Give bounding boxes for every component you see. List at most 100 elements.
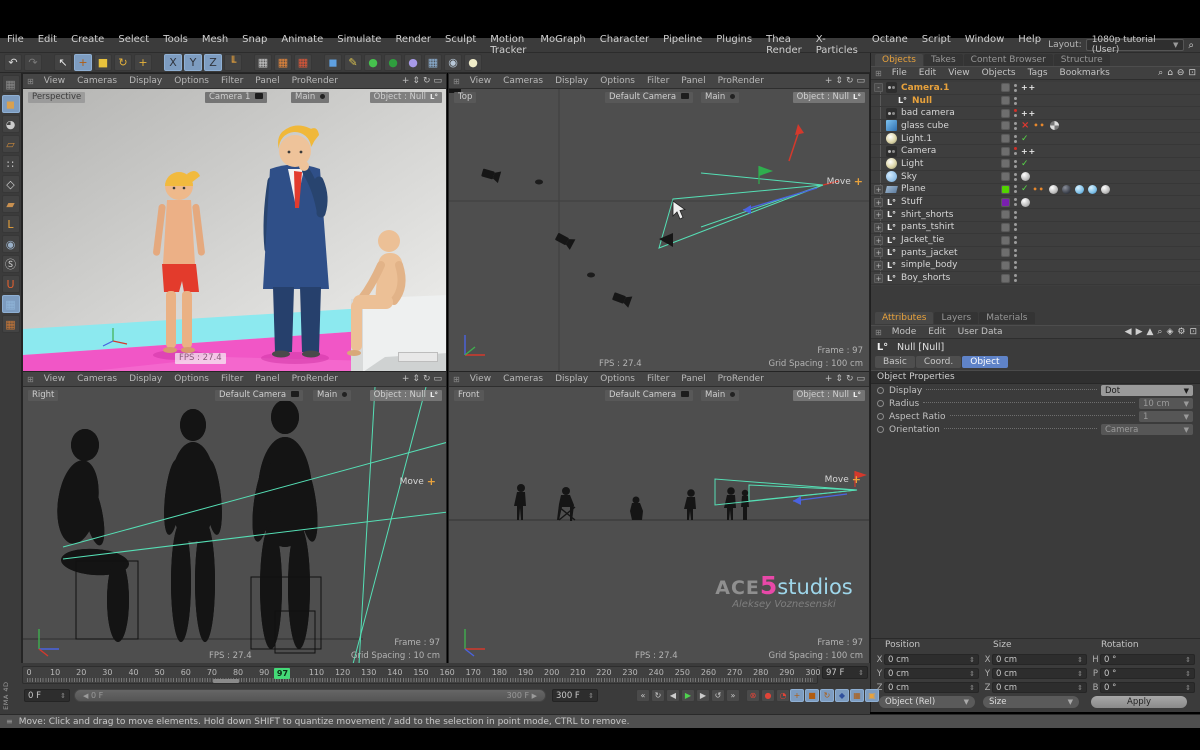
visibility-dots-icon[interactable]: [1014, 261, 1017, 269]
camera-target-icon[interactable]: + +: [1021, 83, 1034, 92]
autokey-icon[interactable]: ●: [761, 689, 775, 702]
visibility-dots-icon[interactable]: [1014, 223, 1017, 231]
layer-chip[interactable]: [1001, 198, 1010, 207]
move-tool-icon[interactable]: +: [74, 54, 92, 71]
lock-icon[interactable]: ◈: [1166, 327, 1173, 337]
viewport-menu-item[interactable]: View: [464, 76, 497, 86]
make-editable-icon[interactable]: ▦: [2, 75, 20, 93]
viewport-name-chip[interactable]: Top: [454, 92, 476, 103]
layer-chip[interactable]: [1001, 210, 1010, 219]
layer-chip[interactable]: [1001, 236, 1010, 245]
enabled-check-icon[interactable]: ✓: [1021, 184, 1029, 194]
layer-chip[interactable]: [1001, 109, 1010, 118]
add-camera-icon[interactable]: ◉: [444, 54, 462, 71]
camera-target-icon[interactable]: + +: [1021, 147, 1034, 156]
viewport-menu-item[interactable]: ProRender: [712, 76, 770, 86]
section-tab[interactable]: Coord.: [916, 356, 961, 368]
viewport-perspective[interactable]: ⊞ ViewCamerasDisplayOptionsFilterPanelPr…: [22, 73, 447, 371]
grid-handle-icon[interactable]: ⊞: [27, 77, 34, 86]
material-tag-icon[interactable]: [1049, 185, 1058, 194]
search-icon[interactable]: ⌕: [1157, 327, 1162, 337]
viewport-menu-item[interactable]: Filter: [215, 76, 249, 86]
zoom-view-icon[interactable]: ⇕: [835, 76, 843, 86]
position-field[interactable]: 0 cm⇕: [884, 654, 979, 665]
perspective-scene[interactable]: Perspective Camera 1 Main Object : NullL…: [23, 89, 446, 372]
tag-dots-icon[interactable]: ••: [1033, 185, 1045, 194]
property-control[interactable]: 1▼: [1139, 411, 1193, 422]
right-scene[interactable]: #wirefigs{fill:#141414;} Right Default C…: [23, 387, 446, 664]
add-cube-icon[interactable]: ◼: [324, 54, 342, 71]
object-chip[interactable]: Object : NullL°: [370, 390, 442, 401]
pan-view-icon[interactable]: +: [825, 374, 833, 384]
object-tree-item[interactable]: +L°pants_tshirt: [871, 222, 1200, 235]
object-chip[interactable]: Object : NullL°: [793, 390, 865, 401]
move-handle[interactable]: Move+: [827, 175, 863, 188]
object-manager-menu-item[interactable]: View: [942, 68, 975, 78]
visibility-dots-icon[interactable]: [1014, 135, 1017, 143]
attribute-menu-item[interactable]: Edit: [922, 327, 951, 337]
coord-mode-select[interactable]: Object (Rel)▼: [879, 696, 975, 708]
magnet-icon[interactable]: U: [2, 275, 20, 293]
expander-icon[interactable]: +: [874, 185, 883, 194]
workplane-icon[interactable]: ▦: [2, 295, 20, 313]
viewport-name-chip[interactable]: Perspective: [28, 92, 85, 103]
camera-chip[interactable]: Default Camera: [605, 390, 693, 401]
disabled-x-icon[interactable]: ×: [1021, 120, 1029, 131]
animation-dot-icon[interactable]: [877, 387, 884, 394]
undo-icon[interactable]: ↶: [4, 54, 22, 71]
property-control[interactable]: Camera▼: [1101, 424, 1193, 435]
object-tree-item[interactable]: +L°Jacket_tie: [871, 234, 1200, 247]
layer-chip[interactable]: [1001, 223, 1010, 232]
home-icon[interactable]: ⌂: [1167, 68, 1173, 78]
start-frame-field[interactable]: 0 F⇕: [24, 689, 70, 702]
lock-z-axis-icon[interactable]: Z: [204, 54, 222, 71]
position-field[interactable]: 0 cm⇕: [884, 682, 979, 693]
main-chip[interactable]: Main: [313, 390, 351, 401]
zoom-view-icon[interactable]: ⇕: [412, 76, 420, 86]
camera-chip[interactable]: Camera 1: [205, 92, 267, 103]
viewport-menu-item[interactable]: Filter: [641, 76, 675, 86]
object-chip[interactable]: Object : NullL°: [793, 92, 865, 103]
expander-icon[interactable]: +: [874, 274, 883, 283]
edges-mode-icon[interactable]: ◇: [2, 175, 20, 193]
visibility-dots-icon[interactable]: [1014, 211, 1017, 219]
object-tree-item[interactable]: L°Null: [871, 95, 1200, 108]
object-tree-item[interactable]: -Camera.1+ +: [871, 82, 1200, 95]
object-tree-item[interactable]: Light✓: [871, 158, 1200, 171]
viewport-menu-item[interactable]: Filter: [215, 374, 249, 384]
viewport-menu-item[interactable]: Filter: [641, 374, 675, 384]
expander-icon[interactable]: -: [874, 83, 883, 92]
expander-icon[interactable]: +: [874, 248, 883, 257]
position-field[interactable]: 0 cm⇕: [884, 668, 979, 679]
preview-range-slider[interactable]: ◀ 0 F 300 F ▶: [74, 689, 546, 702]
key-pla-icon[interactable]: ▦: [850, 689, 864, 702]
animation-dot-icon[interactable]: [877, 426, 884, 433]
apply-button[interactable]: Apply: [1091, 696, 1187, 708]
viewport-menu-item[interactable]: Panel: [249, 76, 285, 86]
rotate-tool-icon[interactable]: ↻: [114, 54, 132, 71]
pan-view-icon[interactable]: +: [402, 374, 410, 384]
object-tree-item[interactable]: +L°simple_body: [871, 260, 1200, 273]
object-manager-menu-item[interactable]: Bookmarks: [1054, 68, 1116, 78]
coord-system-icon[interactable]: ╙: [224, 54, 242, 71]
filter-icon[interactable]: ⊖: [1177, 68, 1185, 78]
grid-handle-icon[interactable]: ⊞: [27, 375, 34, 384]
pan-view-icon[interactable]: +: [825, 76, 833, 86]
rotation-field[interactable]: 0 °⇕: [1100, 668, 1195, 679]
grid-handle-icon[interactable]: ⊞: [453, 375, 460, 384]
property-control[interactable]: Dot▼: [1101, 385, 1193, 396]
size-field[interactable]: 0 cm⇕: [992, 682, 1087, 693]
visibility-dots-icon[interactable]: [1014, 147, 1017, 155]
front-scene[interactable]: Front Default Camera Main Object : NullL…: [449, 387, 869, 664]
main-chip[interactable]: Main: [701, 92, 739, 103]
layer-chip[interactable]: [1001, 147, 1010, 156]
layer-chip[interactable]: [1001, 121, 1010, 130]
viewport-menu-item[interactable]: Options: [594, 374, 641, 384]
points-mode-icon[interactable]: ∷: [2, 155, 20, 173]
visibility-dots-icon[interactable]: [1014, 236, 1017, 244]
object-tree-item[interactable]: +L°Stuff: [871, 196, 1200, 209]
expander-icon[interactable]: +: [874, 223, 883, 232]
add-deformer-icon[interactable]: ●: [404, 54, 422, 71]
object-manager-menu-item[interactable]: Edit: [913, 68, 942, 78]
tab[interactable]: Structure: [1054, 54, 1110, 66]
